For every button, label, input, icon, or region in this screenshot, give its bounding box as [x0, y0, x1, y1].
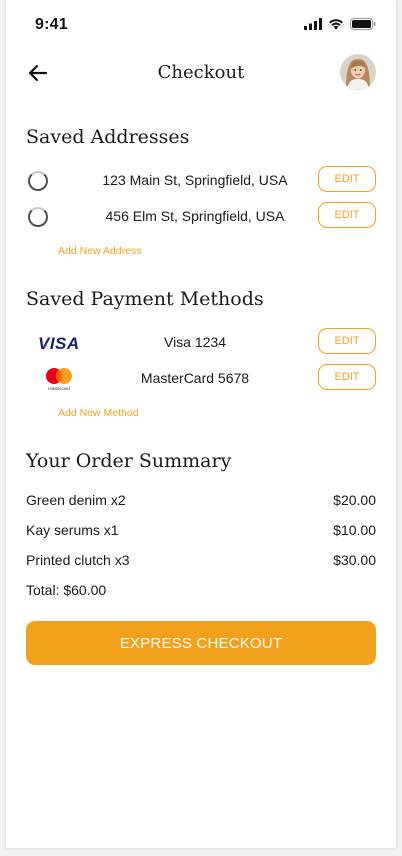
order-item: Green denim x2 $20.00 — [26, 492, 376, 508]
address-text: 123 Main St, Springfield, USA — [102, 172, 288, 188]
order-item-price: $30.00 — [333, 552, 376, 568]
payment-row: mastercard MasterCard 5678 EDIT — [26, 364, 376, 392]
order-item: Printed clutch x3 $30.00 — [26, 552, 376, 568]
addresses-section-title: Saved Addresses — [26, 126, 190, 148]
order-item-price: $10.00 — [333, 522, 376, 538]
mastercard-caption: mastercard — [48, 386, 70, 391]
top-navigation: Checkout — [6, 52, 396, 94]
address-radio[interactable] — [28, 171, 48, 191]
order-item-price: $20.00 — [333, 492, 376, 508]
phone-screen: 9:41 Checkout Saved Addresses 123 Main S… — [6, 0, 396, 848]
order-summary-title: Your Order Summary — [26, 450, 232, 472]
visa-logo: VISA — [38, 334, 80, 353]
order-item-name: Green denim x2 — [26, 492, 126, 508]
address-radio[interactable] — [28, 207, 48, 227]
edit-address-button[interactable]: EDIT — [318, 202, 376, 228]
add-new-method-link[interactable]: Add New Method — [58, 407, 139, 419]
order-item: Kay serums x1 $10.00 — [26, 522, 376, 538]
address-row: 123 Main St, Springfield, USA EDIT — [26, 166, 376, 194]
payment-row: VISA Visa 1234 EDIT — [26, 328, 376, 356]
payment-text: MasterCard 5678 — [140, 370, 250, 386]
order-item-name: Kay serums x1 — [26, 522, 119, 538]
payments-section-title: Saved Payment Methods — [26, 288, 264, 310]
user-avatar-icon — [340, 54, 376, 90]
page-title: Checkout — [157, 62, 245, 83]
address-text: 456 Elm St, Springfield, USA — [105, 208, 285, 224]
battery-icon — [350, 18, 376, 30]
status-bar: 9:41 — [6, 0, 396, 48]
edit-payment-button[interactable]: EDIT — [318, 364, 376, 390]
express-checkout-button[interactable]: EXPRESS CHECKOUT — [26, 621, 376, 665]
status-time: 9:41 — [35, 16, 68, 33]
edit-payment-button[interactable]: EDIT — [318, 328, 376, 354]
status-icons — [304, 18, 376, 30]
add-new-address-link[interactable]: Add New Address — [58, 245, 141, 257]
edit-address-button[interactable]: EDIT — [318, 166, 376, 192]
avatar[interactable] — [340, 54, 376, 90]
address-row: 456 Elm St, Springfield, USA EDIT — [26, 202, 376, 230]
payment-text: Visa 1234 — [163, 334, 226, 350]
order-item-name: Printed clutch x3 — [26, 552, 130, 568]
wifi-icon — [329, 19, 343, 30]
mastercard-logo-icon: mastercard — [46, 368, 72, 391]
cellular-signal-icon — [304, 18, 322, 30]
order-total: Total: $60.00 — [26, 582, 107, 598]
